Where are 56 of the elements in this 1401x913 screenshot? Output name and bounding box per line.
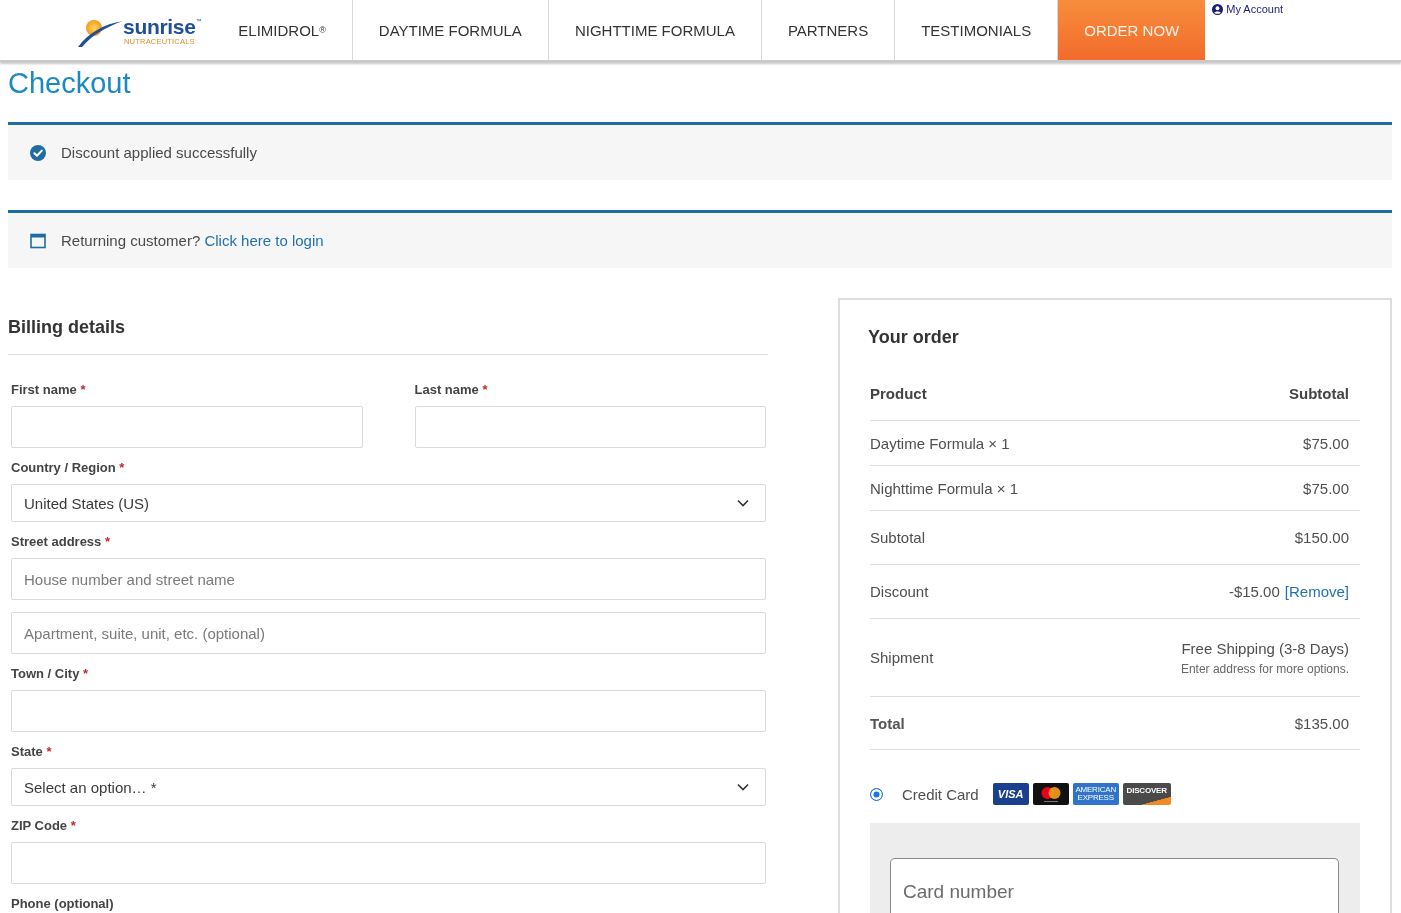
amount: $150.00 (1294, 529, 1349, 546)
order-heading: Your order (868, 326, 959, 349)
field-label: Town / City * (11, 666, 89, 682)
notice-text: Returning customer? Click here to login (61, 232, 324, 249)
user-circle-icon (1212, 3, 1224, 15)
field-label: State * (11, 744, 52, 760)
nav-link[interactable]: NIGHTTIME FORMULA (548, 0, 762, 60)
circles-card-icon (1032, 783, 1069, 805)
product-name: Daytime Formula × 1 (870, 434, 1010, 452)
window-icon (30, 232, 46, 249)
notice-text: Discount applied successfully (61, 144, 257, 161)
check-circle-icon (30, 144, 46, 161)
column-header: Subtotal (1289, 385, 1349, 402)
nav-link[interactable]: ELIMIDROL$^{®}$ (212, 0, 353, 60)
chevron-down-icon (737, 783, 749, 791)
amount: $135.00 (1294, 714, 1349, 732)
remove-link[interactable]: [Remove] (1284, 583, 1349, 600)
page-title: Checkout (8, 66, 131, 101)
nav-link[interactable]: DAYTIME FORMULA (352, 0, 549, 60)
field-label: Street address * (11, 534, 110, 550)
card-number-input[interactable]: Card number (890, 858, 1339, 913)
radio-button[interactable] (870, 787, 883, 801)
select-field[interactable]: Select an option… * (11, 768, 766, 806)
text-input[interactable] (11, 690, 766, 732)
nav-link[interactable]: PARTNERS (761, 0, 896, 60)
field-label: First name * (11, 382, 86, 398)
card-logo: DISCOVER (1122, 783, 1171, 805)
login-link[interactable]: Click here to login (204, 232, 324, 249)
text-input[interactable]: Apartment, suite, unit, etc. (optional) (11, 612, 766, 654)
field-label: Country / Region * (11, 460, 125, 476)
chevron-down-icon (737, 499, 749, 507)
row-label: Subtotal (870, 529, 926, 546)
row-label: Total (870, 714, 905, 732)
account-link[interactable]: My Account (1212, 3, 1284, 15)
field-label: ZIP Code * (11, 818, 76, 834)
payment-method-label[interactable]: Credit Card (902, 785, 979, 803)
select-field[interactable]: United States (US) (11, 484, 766, 522)
text-input[interactable]: House number and street name (11, 558, 766, 600)
brand-name: sunrise$^{™}$ (123, 16, 202, 38)
shipping-note: Enter address for more options. (1180, 661, 1349, 676)
text-input[interactable] (11, 406, 363, 448)
line-price: $75.00 (1303, 434, 1349, 452)
billing-heading: Billing details (8, 316, 126, 339)
product-name: Nighttime Formula × 1 (870, 479, 1018, 497)
line-price: $75.00 (1303, 479, 1349, 497)
field-label: Phone (optional) (11, 896, 114, 912)
text-input[interactable] (414, 406, 766, 448)
shipping-method: Free Shipping (3-8 Days) (1181, 639, 1349, 657)
field-label: Last name * (414, 382, 488, 398)
column-header: Product (870, 385, 927, 402)
text-input[interactable] (11, 842, 766, 884)
row-label: Shipment (870, 649, 934, 666)
card-logo: AMERICAN EXPRESS (1072, 783, 1119, 805)
card-logo: VISA (992, 783, 1029, 805)
discount-amount: -$15.00 (1228, 583, 1280, 600)
row-label: Discount (870, 583, 929, 600)
